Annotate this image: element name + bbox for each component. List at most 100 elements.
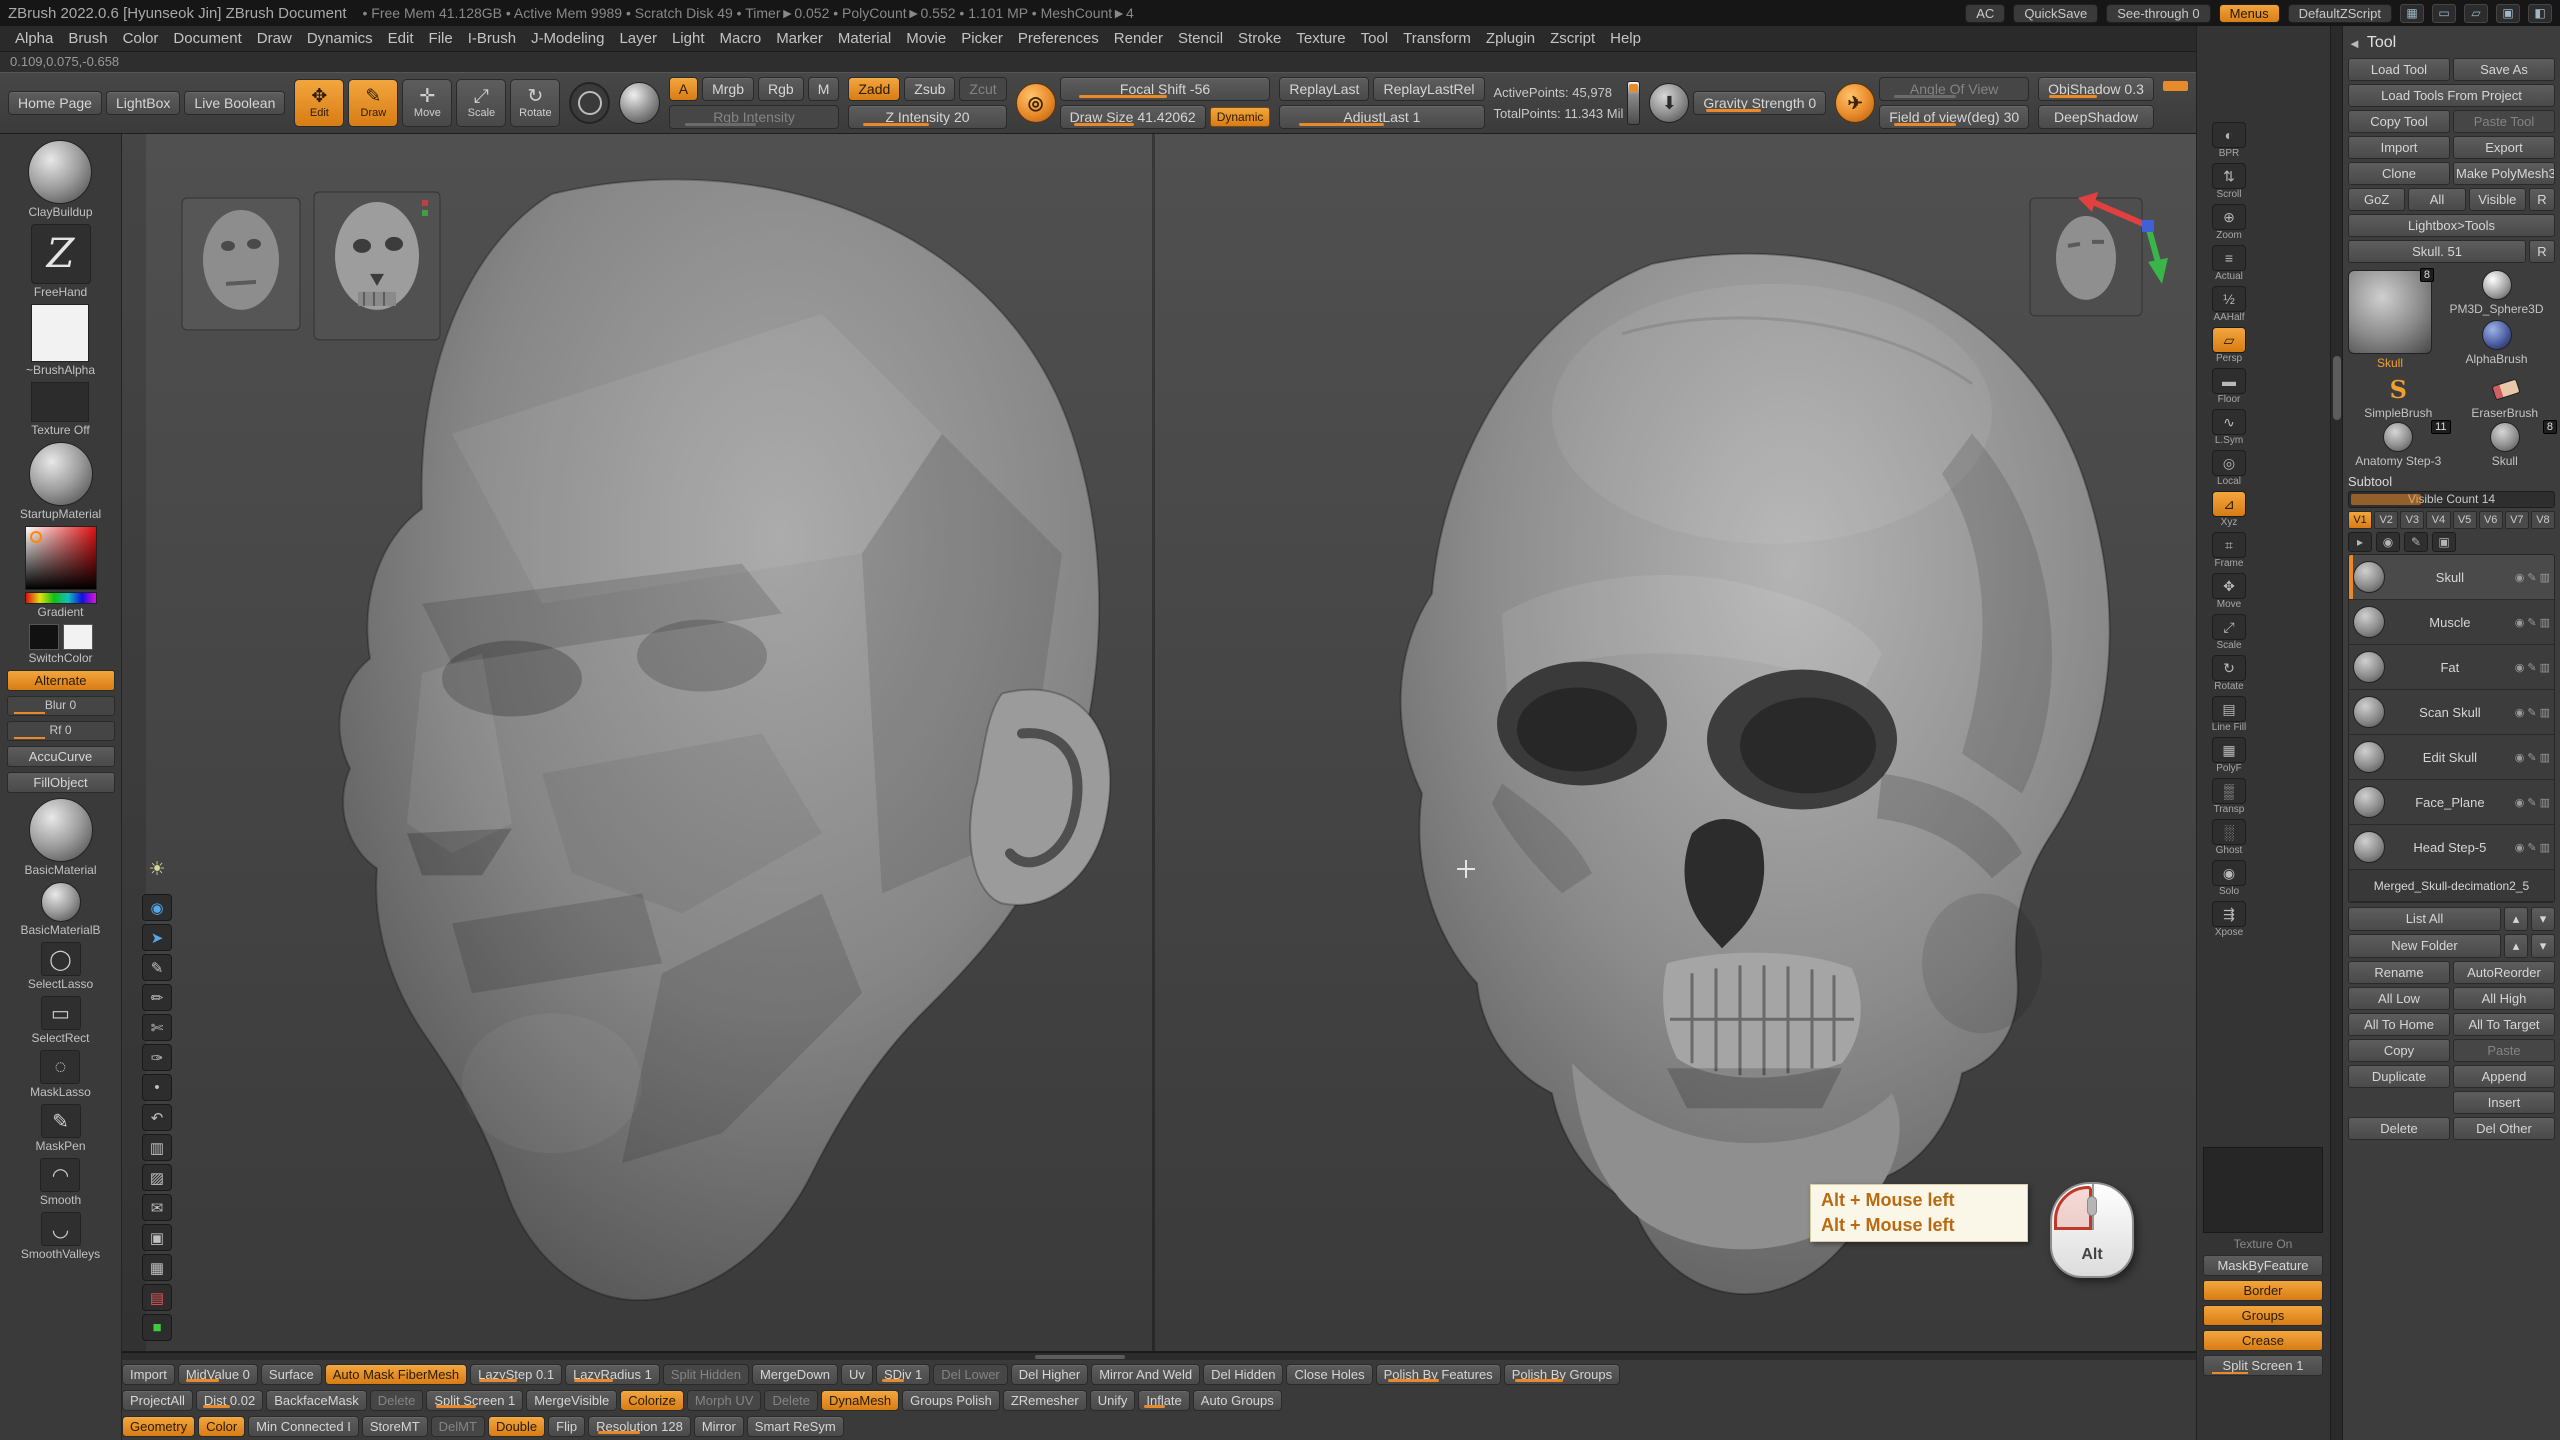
undo-icon[interactable]: ↶ — [142, 1104, 172, 1131]
frame-toggle[interactable]: ⌗Frame — [2203, 532, 2255, 570]
menu-j-modeling[interactable]: J-Modeling — [524, 28, 611, 49]
brush-icon[interactable]: ✎ — [2527, 661, 2536, 674]
replaylastrel-button[interactable]: ReplayLastRel — [1373, 77, 1484, 101]
scrollbar-handle[interactable] — [2333, 356, 2341, 420]
folder-icon[interactable]: ▥ — [2540, 571, 2550, 584]
menu-render[interactable]: Render — [1107, 28, 1170, 49]
paste-tool-button[interactable]: Paste Tool — [2453, 110, 2555, 133]
main-color-well[interactable] — [29, 624, 59, 650]
basicmaterialb-thumbnail[interactable] — [41, 882, 81, 922]
backfacemask-button[interactable]: BackfaceMask — [266, 1390, 367, 1411]
menu-transform[interactable]: Transform — [1396, 28, 1478, 49]
polyf-toggle[interactable]: ▦PolyF — [2203, 737, 2255, 775]
clone-button[interactable]: Clone — [2348, 162, 2450, 185]
mergedown-button[interactable]: MergeDown — [752, 1364, 838, 1385]
copy-tool-button[interactable]: Copy Tool — [2348, 110, 2450, 133]
rgb-paint-button[interactable]: Rgb — [758, 77, 804, 101]
delete-button[interactable]: Delete — [764, 1390, 818, 1411]
tool-thumb-eraserbrush[interactable]: EraserBrush — [2455, 374, 2556, 420]
line-fill-toggle[interactable]: ▤Line Fill — [2203, 696, 2255, 734]
inflate-button[interactable]: Inflate — [1138, 1390, 1189, 1411]
lazyradius-1-button[interactable]: LazyRadius 1 — [565, 1364, 660, 1385]
subtool-row-head-step-5[interactable]: Head Step-5◉✎▥ — [2349, 825, 2554, 870]
tool-panel-scrollbar[interactable] — [2330, 26, 2342, 1440]
rename-button[interactable]: Rename — [2348, 961, 2450, 984]
load-tools-from-project-button[interactable]: Load Tools From Project — [2348, 84, 2555, 107]
obj-shadow-slider[interactable]: ObjShadow 0.3 — [2038, 77, 2154, 101]
brush-icon[interactable]: ✎ — [2527, 706, 2536, 719]
menu-alpha[interactable]: Alpha — [8, 28, 60, 49]
startupmaterial-thumbnail[interactable] — [29, 442, 93, 506]
tool-r-button[interactable]: R — [2529, 240, 2555, 263]
menus-button[interactable]: Menus — [2219, 4, 2280, 23]
eye-icon[interactable]: ◉ — [2515, 841, 2525, 854]
visible-button[interactable]: Visible — [2469, 188, 2526, 211]
move-mode-button[interactable]: ✛Move — [402, 79, 452, 127]
menu-i-brush[interactable]: I-Brush — [461, 28, 523, 49]
menu-material[interactable]: Material — [831, 28, 898, 49]
menu-macro[interactable]: Macro — [713, 28, 769, 49]
replaylast-button[interactable]: ReplayLast — [1279, 77, 1369, 101]
accucurve-button[interactable]: AccuCurve — [7, 746, 115, 767]
maskbyfeature-button[interactable]: MaskByFeature — [2203, 1255, 2323, 1276]
basicmaterial-thumbnail[interactable] — [29, 798, 93, 862]
points-vertical-slider[interactable] — [1627, 81, 1640, 125]
mask-icon[interactable]: ▣ — [2432, 532, 2456, 552]
new-folder-button[interactable]: New Folder — [2348, 934, 2501, 958]
image-icon[interactable]: ▣ — [142, 1224, 172, 1251]
lightbox-button[interactable]: LightBox — [106, 91, 180, 115]
auto-mask-fibermesh-button[interactable]: Auto Mask FiberMesh — [325, 1364, 467, 1385]
eye-icon[interactable]: ◉ — [2515, 796, 2525, 809]
tool-thumb-alphabrush[interactable]: AlphaBrush — [2438, 320, 2555, 366]
brushalpha-thumbnail[interactable] — [31, 304, 89, 362]
selectrect-thumbnail[interactable]: ▭ — [41, 996, 81, 1030]
tool-thumb-pm3d-sphere3d[interactable]: PM3D_Sphere3D — [2438, 270, 2555, 316]
clipboard-icon[interactable]: ▦ — [142, 1254, 172, 1281]
eye-icon[interactable]: ◉ — [2515, 571, 2525, 584]
aahalf-toggle[interactable]: ½AAHalf — [2203, 286, 2255, 324]
copy-button[interactable]: Copy — [2348, 1039, 2450, 1062]
select-cursor-icon[interactable]: ➤ — [142, 924, 172, 951]
freehand-thumbnail[interactable]: Z — [31, 224, 91, 284]
selectlasso-thumbnail[interactable]: ◯ — [41, 942, 81, 976]
persp-toggle[interactable]: ▱Persp — [2203, 327, 2255, 365]
menu-color[interactable]: Color — [116, 28, 166, 49]
subtool-row-scan-skull[interactable]: Scan Skull◉✎▥ — [2349, 690, 2554, 735]
zcut-button[interactable]: Zcut — [959, 77, 1006, 101]
subtool-row-merged-skull-decimation2-5[interactable]: Merged_Skull-decimation2_5 — [2349, 870, 2554, 902]
resolution-128-button[interactable]: Resolution 128 — [588, 1416, 691, 1437]
rgb-intensity-slider[interactable]: Rgb Intensity — [669, 105, 840, 129]
eye-icon[interactable]: ◉ — [2376, 532, 2400, 552]
export-button[interactable]: Export — [2453, 136, 2555, 159]
menu-stroke[interactable]: Stroke — [1231, 28, 1288, 49]
delete-button[interactable]: Delete — [370, 1390, 424, 1411]
delete-button[interactable]: Delete — [2348, 1117, 2450, 1140]
subtool-tab-v5[interactable]: V5 — [2453, 511, 2477, 529]
all-to-target-button[interactable]: All To Target — [2453, 1013, 2555, 1036]
eye-icon[interactable]: ◉ — [2515, 661, 2525, 674]
see-through-0-button[interactable]: See-through 0 — [2106, 4, 2210, 23]
menu-light[interactable]: Light — [665, 28, 712, 49]
menu-zplugin[interactable]: Zplugin — [1479, 28, 1542, 49]
defaultzscript-button[interactable]: DefaultZScript — [2288, 4, 2392, 23]
rotate-toggle[interactable]: ↻Rotate — [2203, 655, 2255, 693]
goz-button[interactable]: GoZ — [2348, 188, 2405, 211]
uv-button[interactable]: Uv — [841, 1364, 873, 1385]
subtool-tab-v2[interactable]: V2 — [2374, 511, 2398, 529]
move-toggle[interactable]: ✥Move — [2203, 573, 2255, 611]
border-button[interactable]: Border — [2203, 1280, 2323, 1301]
import-button[interactable]: Import — [2348, 136, 2450, 159]
item-button[interactable]: ▴ — [2504, 934, 2528, 958]
mrgb-paint-button[interactable]: Mrgb — [702, 77, 754, 101]
local-toggle[interactable]: ◎Local — [2203, 450, 2255, 488]
subtool-tab-v8[interactable]: V8 — [2531, 511, 2555, 529]
scrollbar-handle[interactable] — [1035, 1355, 1125, 1359]
menu-draw[interactable]: Draw — [250, 28, 299, 49]
solo-toggle[interactable]: ◉Solo — [2203, 860, 2255, 898]
subtool-tab-v1[interactable]: V1 — [2348, 511, 2372, 529]
actual-toggle[interactable]: ≡Actual — [2203, 245, 2255, 283]
menu-help[interactable]: Help — [1603, 28, 1648, 49]
tool-thumb-skull[interactable]: 8Skull — [2455, 422, 2556, 468]
eye-icon[interactable]: ◉ — [2515, 751, 2525, 764]
dist-0-02-button[interactable]: Dist 0.02 — [196, 1390, 263, 1411]
